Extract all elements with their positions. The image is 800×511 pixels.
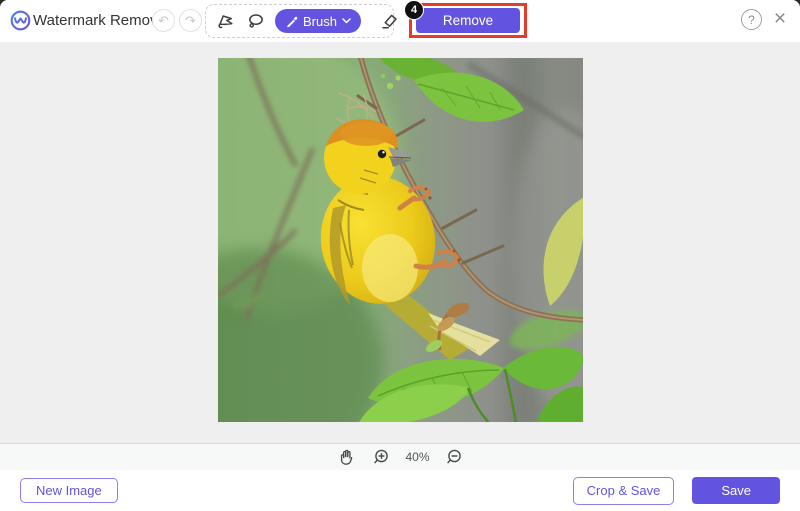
close-button[interactable]: × bbox=[768, 5, 792, 33]
eraser-icon bbox=[379, 11, 400, 32]
editing-canvas bbox=[0, 42, 800, 443]
undo-icon: ↶ bbox=[158, 13, 169, 28]
brush-tool-label: Brush bbox=[303, 14, 337, 29]
zoom-toolbar: 40% bbox=[0, 443, 800, 470]
header-bar: Watermark Remover ↶ ↷ bbox=[0, 0, 800, 42]
polygon-lasso-tool-button[interactable] bbox=[215, 10, 236, 32]
polygon-lasso-icon bbox=[215, 11, 236, 32]
crop-save-button[interactable]: Crop & Save bbox=[573, 477, 675, 505]
help-icon: ? bbox=[748, 13, 755, 27]
lasso-icon bbox=[245, 11, 266, 32]
zoom-out-button[interactable] bbox=[443, 446, 465, 468]
footer-bar: New Image Crop & Save Save bbox=[0, 470, 800, 511]
help-button[interactable]: ? bbox=[741, 9, 762, 30]
highlight-annotation-box: Remove bbox=[409, 3, 527, 38]
undo-button[interactable]: ↶ bbox=[152, 9, 175, 32]
lasso-tool-button[interactable] bbox=[245, 10, 266, 32]
watermark-remover-window: Watermark Remover ↶ ↷ bbox=[0, 0, 800, 511]
app-title: Watermark Remover bbox=[33, 12, 171, 29]
app-logo-icon bbox=[10, 10, 31, 31]
remove-button[interactable]: Remove bbox=[416, 8, 520, 33]
step-badge: 4 bbox=[404, 0, 424, 20]
eraser-tool-button[interactable] bbox=[379, 10, 400, 32]
hand-tool-button[interactable] bbox=[335, 446, 357, 468]
zoom-in-button[interactable] bbox=[370, 446, 392, 468]
redo-button[interactable]: ↷ bbox=[179, 9, 202, 32]
save-button[interactable]: Save bbox=[692, 477, 780, 504]
brush-icon bbox=[285, 15, 298, 28]
brush-tool-button[interactable]: Brush bbox=[275, 9, 361, 33]
close-icon: × bbox=[774, 7, 786, 30]
new-image-button[interactable]: New Image bbox=[20, 478, 118, 503]
selection-tools-group: Brush bbox=[205, 4, 394, 38]
chevron-down-icon bbox=[342, 18, 351, 24]
zoom-level-label: 40% bbox=[405, 450, 429, 464]
zoom-in-icon bbox=[372, 448, 390, 466]
redo-icon: ↷ bbox=[185, 13, 196, 28]
photo-bird-on-branch[interactable] bbox=[218, 58, 583, 422]
zoom-out-icon bbox=[445, 448, 463, 466]
hand-icon bbox=[337, 448, 356, 467]
